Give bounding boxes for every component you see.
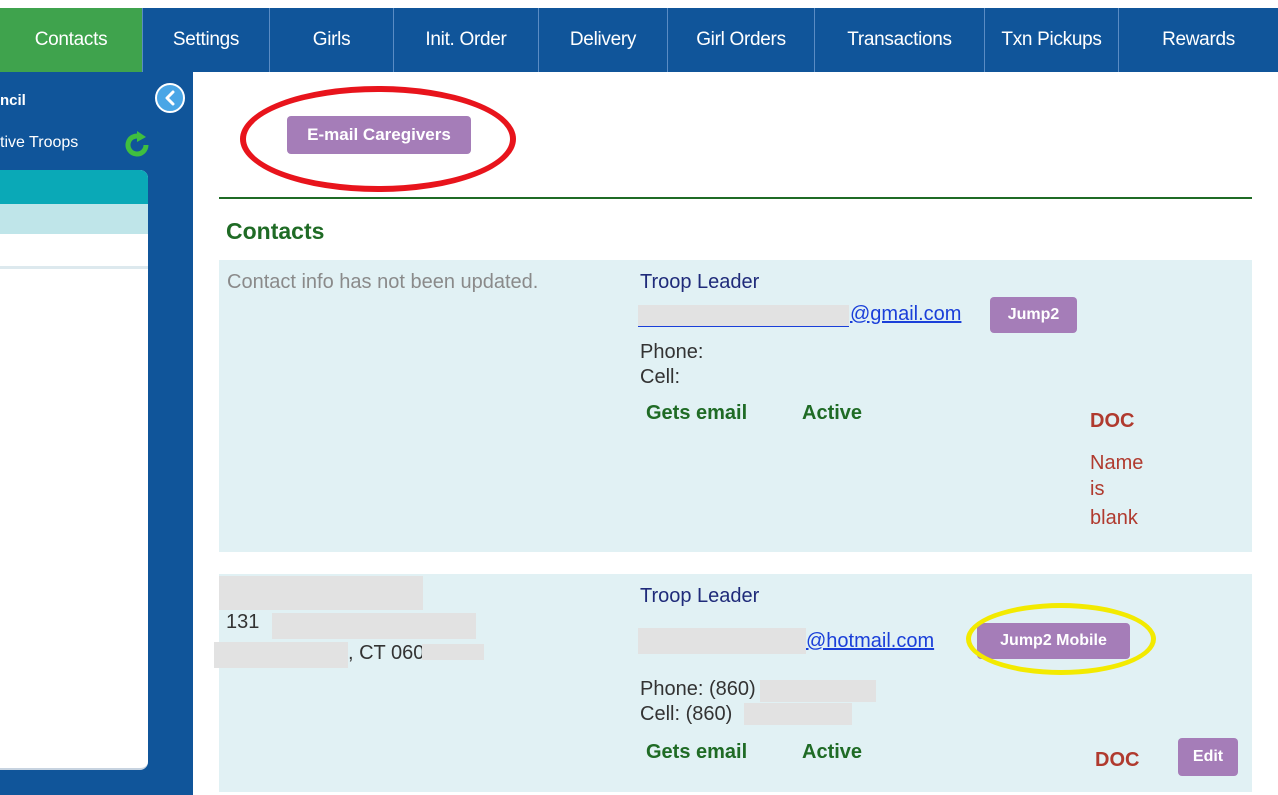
- redacted-name: [219, 576, 423, 610]
- doc-note-line: blank: [1090, 507, 1138, 529]
- redacted-phone: [760, 680, 876, 702]
- sidebar-panel: [0, 170, 148, 770]
- gets-email-status: Gets email: [646, 741, 748, 763]
- contact-phone: Phone: (860): [640, 678, 756, 700]
- contact-role: Troop Leader: [640, 271, 760, 293]
- gets-email-status: Gets email: [646, 402, 748, 424]
- address-line: , CT 060: [348, 642, 425, 664]
- sidebar-panel-selected-row[interactable]: [0, 204, 148, 234]
- sidebar: ncil tive Troops: [0, 72, 193, 795]
- tab-rewards[interactable]: Rewards: [1118, 8, 1278, 72]
- contact-email-link[interactable]: @hotmail.com: [806, 630, 934, 653]
- redacted-email: [638, 628, 806, 654]
- highlight-annotation: [966, 603, 1156, 675]
- tab-transactions[interactable]: Transactions: [814, 8, 984, 72]
- doc-note-line: is: [1090, 478, 1105, 500]
- redacted-street: [272, 613, 476, 639]
- top-nav: Contacts Settings Girls Init. Order Deli…: [0, 8, 1278, 72]
- redacted-cell: [744, 703, 852, 725]
- tab-init-order[interactable]: Init. Order: [393, 8, 538, 72]
- contacts-heading: Contacts: [226, 218, 325, 244]
- address-line: 131: [226, 611, 260, 633]
- sidebar-panel-divider: [0, 266, 148, 269]
- doc-label: DOC: [1090, 410, 1135, 432]
- sidebar-council-title: ncil: [0, 92, 26, 109]
- tab-delivery[interactable]: Delivery: [538, 8, 667, 72]
- contact-cell: Cell:: [640, 366, 681, 388]
- redacted-city: [214, 642, 348, 668]
- jump2-button[interactable]: Jump2: [990, 297, 1077, 333]
- contact-email-link[interactable]: @gmail.com: [850, 303, 961, 326]
- active-status: Active: [802, 402, 863, 424]
- sidebar-active-troops[interactable]: tive Troops: [0, 134, 78, 152]
- refresh-icon[interactable]: [122, 130, 152, 160]
- contact-role: Troop Leader: [640, 585, 760, 607]
- contact-note: Contact info has not been updated.: [227, 271, 539, 293]
- redacted-email: [638, 305, 849, 327]
- edit-button[interactable]: Edit: [1178, 738, 1238, 776]
- highlight-annotation: [240, 86, 516, 192]
- redacted-zip: [422, 644, 484, 660]
- contact-cell: Cell: (860): [640, 703, 733, 725]
- tab-txn-pickups[interactable]: Txn Pickups: [984, 8, 1118, 72]
- doc-note-line: Name: [1090, 452, 1144, 474]
- chevron-left-icon[interactable]: [155, 83, 185, 113]
- active-status: Active: [802, 741, 863, 763]
- tab-contacts[interactable]: Contacts: [0, 8, 142, 72]
- tab-girl-orders[interactable]: Girl Orders: [667, 8, 814, 72]
- tab-settings[interactable]: Settings: [142, 8, 269, 72]
- sidebar-panel-header: [0, 170, 148, 204]
- contact-phone: Phone:: [640, 341, 704, 363]
- tab-girls[interactable]: Girls: [269, 8, 393, 72]
- doc-label: DOC: [1095, 749, 1140, 771]
- section-divider: [219, 197, 1252, 199]
